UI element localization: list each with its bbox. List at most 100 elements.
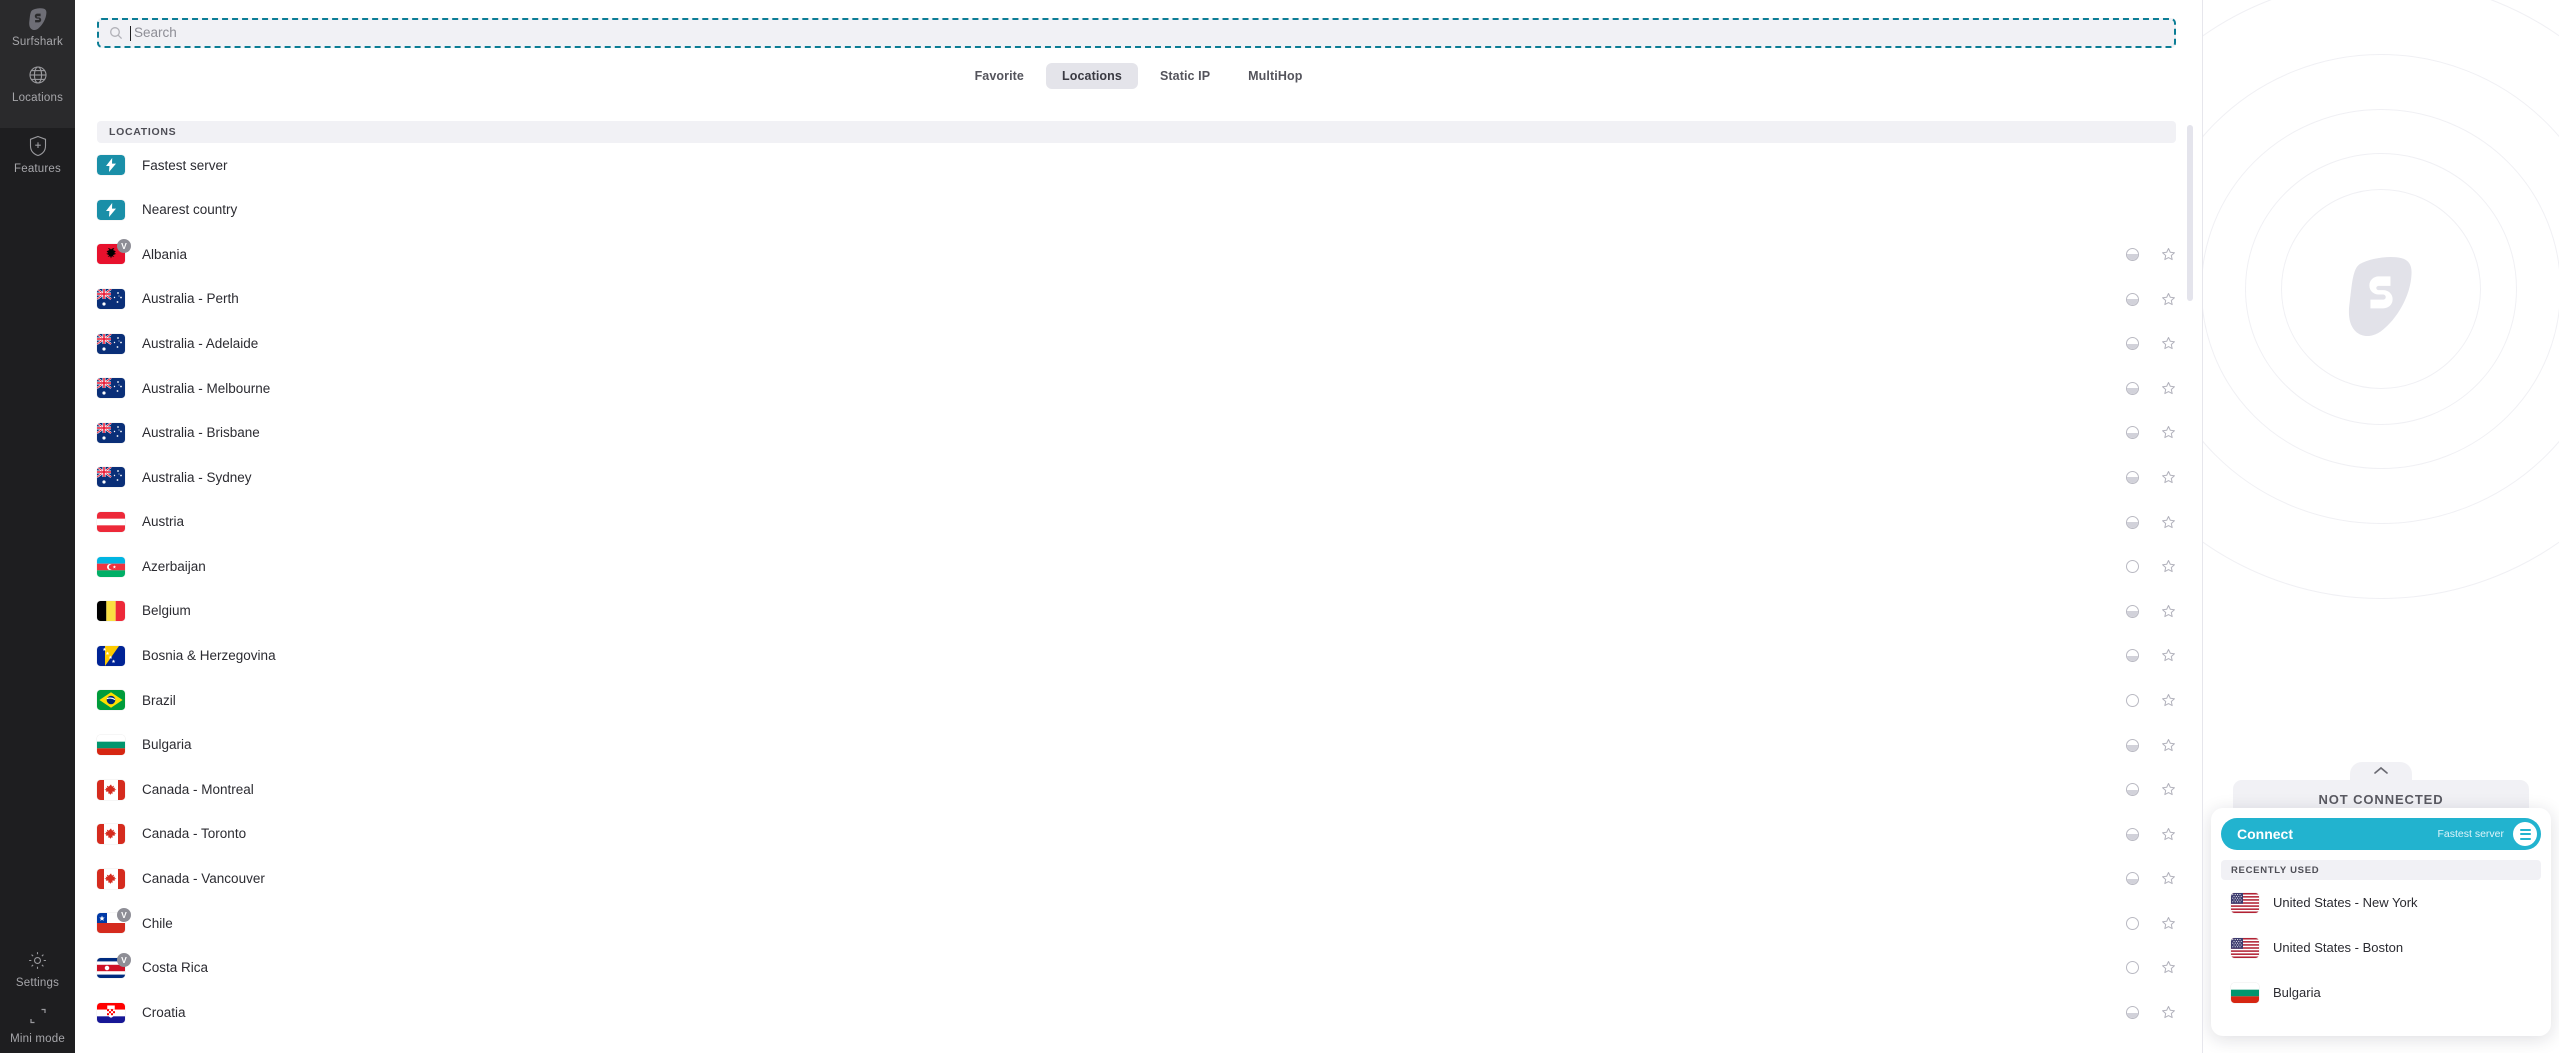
server-load-icon [2126,604,2139,618]
recent-location-row[interactable]: United States - New York [2221,880,2541,925]
server-load-icon [2126,292,2139,306]
recent-location-row[interactable]: Bulgaria [2221,970,2541,1015]
location-row[interactable]: Australia - Adelaide [75,321,2202,366]
connect-button[interactable]: Connect Fastest server [2221,818,2541,850]
country-flag-icon [97,467,125,488]
connect-server-label: Fastest server [2437,827,2504,840]
location-row[interactable]: Canada - Montreal [75,767,2202,812]
country-flag-icon [97,779,125,800]
sidebar-item-mini-mode[interactable]: Mini mode [0,1003,75,1046]
vertical-scrollbar[interactable] [2187,125,2193,301]
tab-favorite[interactable]: Favorite [959,63,1040,90]
favorite-star-icon[interactable] [2161,247,2176,262]
flag-container [97,467,125,488]
location-row[interactable]: Australia - Melbourne [75,366,2202,411]
main-panel: Search Favorite Locations Static IP Mult… [75,0,2203,1053]
favorite-star-icon[interactable] [2161,738,2176,753]
server-load-icon [2126,381,2139,395]
favorite-star-icon[interactable] [2161,827,2176,842]
location-row[interactable]: Azerbaijan [75,544,2202,589]
sidebar-item-features[interactable]: Features [0,133,75,176]
left-sidebar: Surfshark Locations Features Settings Mi… [0,0,75,1053]
locations-scroll-area[interactable]: LOCATIONS Fastest server Nearest country V… [75,106,2202,1053]
favorite-star-icon[interactable] [2161,871,2176,886]
location-row[interactable]: Brazil [75,678,2202,723]
connection-panel: NOT CONNECTED Connect Fastest server REC… [2203,0,2559,1053]
row-actions [2126,782,2176,797]
server-load-icon [2126,247,2139,261]
location-name: Canada - Montreal [142,781,254,797]
location-row[interactable]: Austria [75,500,2202,545]
location-name: Australia - Perth [142,291,239,307]
location-row[interactable]: Bosnia & Herzegovina [75,634,2202,679]
location-name: Australia - Melbourne [142,380,271,396]
collapse-panel-button[interactable] [2350,762,2412,782]
location-name: Bosnia & Herzegovina [142,648,276,664]
location-row[interactable]: Fastest server [75,143,2202,188]
favorite-star-icon[interactable] [2161,292,2176,307]
sidebar-item-surfshark[interactable]: Surfshark [0,6,75,49]
tab-multihop[interactable]: MultiHop [1232,63,1318,90]
location-name: Bulgaria [142,737,192,753]
connect-button-label: Connect [2237,826,2293,842]
location-name: Croatia [142,1004,186,1020]
surfshark-app-window: Surfshark Locations Features Settings Mi… [0,0,2560,1053]
favorite-star-icon[interactable] [2161,381,2176,396]
row-actions [2126,1005,2176,1020]
favorite-star-icon[interactable] [2161,470,2176,485]
connection-card: Connect Fastest server RECENTLY USED Uni… [2211,808,2551,1036]
recent-location-row[interactable]: United States - Boston [2221,925,2541,970]
location-row[interactable]: Croatia [75,990,2202,1035]
row-actions [2126,470,2176,485]
location-name: Australia - Adelaide [142,335,259,351]
flag-container [97,199,125,220]
location-row[interactable]: Belgium [75,589,2202,634]
sidebar-item-locations[interactable]: Locations [0,62,75,105]
location-row[interactable]: Nearest country [75,188,2202,233]
chevron-up-icon [2373,762,2389,780]
hamburger-icon[interactable] [2513,822,2537,846]
recent-location-name: Bulgaria [2273,985,2321,1000]
country-flag-icon [97,824,125,845]
location-row[interactable]: Canada - Toronto [75,812,2202,857]
location-name: Australia - Sydney [142,469,252,485]
server-load-icon [2126,1006,2139,1020]
location-row[interactable]: V Albania [75,232,2202,277]
favorite-star-icon[interactable] [2161,515,2176,530]
location-row[interactable]: Bulgaria [75,723,2202,768]
favorite-star-icon[interactable] [2161,336,2176,351]
location-row[interactable]: Australia - Brisbane [75,411,2202,456]
row-actions [2126,871,2176,886]
location-name: Nearest country [142,202,238,218]
favorite-star-icon[interactable] [2161,559,2176,574]
sidebar-item-label: Locations [11,92,64,104]
favorite-star-icon[interactable] [2161,782,2176,797]
favorite-star-icon[interactable] [2161,648,2176,663]
location-row[interactable]: Australia - Perth [75,277,2202,322]
sidebar-item-label: Settings [15,977,60,989]
tab-locations[interactable]: Locations [1046,62,1138,90]
favorite-star-icon[interactable] [2161,1005,2176,1020]
search-icon [109,26,123,40]
sidebar-item-settings[interactable]: Settings [0,947,75,990]
favorite-star-icon[interactable] [2161,960,2176,975]
country-flag-icon [97,422,125,443]
location-name: Austria [142,514,185,530]
location-name: Belgium [142,603,191,619]
favorite-star-icon[interactable] [2161,916,2176,931]
favorite-star-icon[interactable] [2161,425,2176,440]
location-row[interactable]: Australia - Sydney [75,455,2202,500]
location-row[interactable]: Canada - Vancouver [75,857,2202,902]
tab-static-ip[interactable]: Static IP [1144,63,1226,90]
flag-container [97,1002,125,1023]
favorite-star-icon[interactable] [2161,693,2176,708]
country-flag-icon [97,690,125,711]
server-load-icon [2126,649,2139,663]
location-row[interactable]: V Chile [75,901,2202,946]
favorite-star-icon[interactable] [2161,604,2176,619]
globe-icon [25,62,51,88]
search-input[interactable]: Search [97,18,2176,48]
server-load-icon [2126,783,2139,797]
location-row[interactable]: V Costa Rica [75,946,2202,991]
location-name: Fastest server [142,157,228,173]
